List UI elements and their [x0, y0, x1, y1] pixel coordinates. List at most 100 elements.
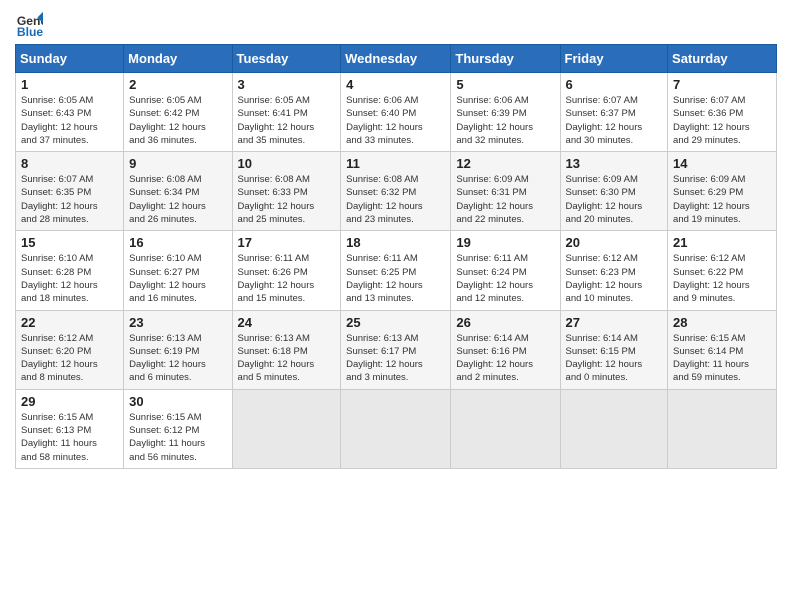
weekday-saturday: Saturday	[668, 45, 777, 73]
day-info: Sunrise: 6:11 AMSunset: 6:24 PMDaylight:…	[456, 252, 554, 305]
calendar-cell: 26Sunrise: 6:14 AMSunset: 6:16 PMDayligh…	[451, 310, 560, 389]
day-info: Sunrise: 6:07 AMSunset: 6:36 PMDaylight:…	[673, 94, 771, 147]
day-info: Sunrise: 6:15 AMSunset: 6:13 PMDaylight:…	[21, 411, 118, 464]
header: General Blue	[15, 10, 777, 38]
calendar-cell: 30 Sunrise: 6:15 AMSunset: 6:12 PMDayligh…	[124, 389, 232, 468]
day-info: Sunrise: 6:07 AMSunset: 6:35 PMDaylight:…	[21, 173, 118, 226]
day-info: Sunrise: 6:08 AMSunset: 6:32 PMDaylight:…	[346, 173, 445, 226]
calendar-cell: 4 Sunrise: 6:06 AMSunset: 6:40 PMDaylight…	[341, 73, 451, 152]
day-number: 28	[673, 315, 771, 330]
calendar-cell: 15 Sunrise: 6:10 AMSunset: 6:28 PMDayligh…	[16, 231, 124, 310]
calendar-cell: 27Sunrise: 6:14 AMSunset: 6:15 PMDayligh…	[560, 310, 668, 389]
day-info: Sunrise: 6:09 AMSunset: 6:31 PMDaylight:…	[456, 173, 554, 226]
calendar-cell: 29 Sunrise: 6:15 AMSunset: 6:13 PMDayligh…	[16, 389, 124, 468]
day-info: Sunrise: 6:14 AMSunset: 6:16 PMDaylight:…	[456, 332, 554, 385]
week-row-1: 1Sunrise: 6:05 AMSunset: 6:43 PMDaylight…	[16, 73, 777, 152]
calendar-cell: 7 Sunrise: 6:07 AMSunset: 6:36 PMDaylight…	[668, 73, 777, 152]
weekday-thursday: Thursday	[451, 45, 560, 73]
day-number: 21	[673, 235, 771, 250]
calendar-cell: 25Sunrise: 6:13 AMSunset: 6:17 PMDayligh…	[341, 310, 451, 389]
calendar-cell: 23 Sunrise: 6:13 AMSunset: 6:19 PMDayligh…	[124, 310, 232, 389]
weekday-sunday: Sunday	[16, 45, 124, 73]
day-number: 27	[566, 315, 663, 330]
day-number: 17	[238, 235, 336, 250]
day-info: Sunrise: 6:15 AMSunset: 6:14 PMDaylight:…	[673, 332, 771, 385]
day-info: Sunrise: 6:06 AMSunset: 6:40 PMDaylight:…	[346, 94, 445, 147]
day-number: 30	[129, 394, 226, 409]
day-number: 13	[566, 156, 663, 171]
calendar-cell	[341, 389, 451, 468]
calendar-cell: 5 Sunrise: 6:06 AMSunset: 6:39 PMDaylight…	[451, 73, 560, 152]
day-info: Sunrise: 6:12 AMSunset: 6:20 PMDaylight:…	[21, 332, 118, 385]
day-number: 18	[346, 235, 445, 250]
day-number: 23	[129, 315, 226, 330]
week-row-2: 8 Sunrise: 6:07 AMSunset: 6:35 PMDaylight…	[16, 152, 777, 231]
calendar-cell: 1Sunrise: 6:05 AMSunset: 6:43 PMDaylight…	[16, 73, 124, 152]
svg-text:Blue: Blue	[17, 25, 43, 38]
calendar-cell	[560, 389, 668, 468]
week-row-5: 29 Sunrise: 6:15 AMSunset: 6:13 PMDayligh…	[16, 389, 777, 468]
calendar-cell: 24 Sunrise: 6:13 AMSunset: 6:18 PMDayligh…	[232, 310, 341, 389]
day-number: 15	[21, 235, 118, 250]
day-number: 19	[456, 235, 554, 250]
weekday-header: SundayMondayTuesdayWednesdayThursdayFrid…	[16, 45, 777, 73]
day-info: Sunrise: 6:11 AMSunset: 6:26 PMDaylight:…	[238, 252, 336, 305]
calendar-cell: 22 Sunrise: 6:12 AMSunset: 6:20 PMDayligh…	[16, 310, 124, 389]
day-number: 7	[673, 77, 771, 92]
day-info: Sunrise: 6:07 AMSunset: 6:37 PMDaylight:…	[566, 94, 663, 147]
weekday-wednesday: Wednesday	[341, 45, 451, 73]
day-info: Sunrise: 6:10 AMSunset: 6:28 PMDaylight:…	[21, 252, 118, 305]
day-number: 1	[21, 77, 118, 92]
page: General Blue SundayMondayTuesdayWednesda…	[0, 0, 792, 612]
day-number: 11	[346, 156, 445, 171]
day-number: 6	[566, 77, 663, 92]
calendar-cell: 2 Sunrise: 6:05 AMSunset: 6:42 PMDaylight…	[124, 73, 232, 152]
day-info: Sunrise: 6:05 AMSunset: 6:41 PMDaylight:…	[238, 94, 336, 147]
day-number: 10	[238, 156, 336, 171]
week-row-4: 22 Sunrise: 6:12 AMSunset: 6:20 PMDayligh…	[16, 310, 777, 389]
calendar-cell	[451, 389, 560, 468]
day-number: 2	[129, 77, 226, 92]
day-info: Sunrise: 6:13 AMSunset: 6:18 PMDaylight:…	[238, 332, 336, 385]
day-number: 14	[673, 156, 771, 171]
calendar-cell: 10Sunrise: 6:08 AMSunset: 6:33 PMDayligh…	[232, 152, 341, 231]
day-info: Sunrise: 6:09 AMSunset: 6:30 PMDaylight:…	[566, 173, 663, 226]
day-number: 16	[129, 235, 226, 250]
calendar-cell: 12 Sunrise: 6:09 AMSunset: 6:31 PMDayligh…	[451, 152, 560, 231]
day-number: 5	[456, 77, 554, 92]
day-info: Sunrise: 6:09 AMSunset: 6:29 PMDaylight:…	[673, 173, 771, 226]
day-number: 9	[129, 156, 226, 171]
calendar-cell: 19 Sunrise: 6:11 AMSunset: 6:24 PMDayligh…	[451, 231, 560, 310]
day-number: 20	[566, 235, 663, 250]
calendar-cell: 21Sunrise: 6:12 AMSunset: 6:22 PMDayligh…	[668, 231, 777, 310]
day-info: Sunrise: 6:13 AMSunset: 6:17 PMDaylight:…	[346, 332, 445, 385]
calendar-cell	[232, 389, 341, 468]
calendar-cell: 18Sunrise: 6:11 AMSunset: 6:25 PMDayligh…	[341, 231, 451, 310]
day-number: 22	[21, 315, 118, 330]
day-number: 24	[238, 315, 336, 330]
weekday-friday: Friday	[560, 45, 668, 73]
day-info: Sunrise: 6:15 AMSunset: 6:12 PMDaylight:…	[129, 411, 226, 464]
calendar-cell: 9 Sunrise: 6:08 AMSunset: 6:34 PMDaylight…	[124, 152, 232, 231]
logo: General Blue	[15, 10, 43, 38]
calendar-cell: 17 Sunrise: 6:11 AMSunset: 6:26 PMDayligh…	[232, 231, 341, 310]
day-info: Sunrise: 6:08 AMSunset: 6:34 PMDaylight:…	[129, 173, 226, 226]
day-info: Sunrise: 6:10 AMSunset: 6:27 PMDaylight:…	[129, 252, 226, 305]
day-number: 3	[238, 77, 336, 92]
week-row-3: 15 Sunrise: 6:10 AMSunset: 6:28 PMDayligh…	[16, 231, 777, 310]
day-number: 29	[21, 394, 118, 409]
calendar-cell	[668, 389, 777, 468]
day-number: 4	[346, 77, 445, 92]
calendar-cell: 14 Sunrise: 6:09 AMSunset: 6:29 PMDayligh…	[668, 152, 777, 231]
day-info: Sunrise: 6:13 AMSunset: 6:19 PMDaylight:…	[129, 332, 226, 385]
day-info: Sunrise: 6:06 AMSunset: 6:39 PMDaylight:…	[456, 94, 554, 147]
calendar-cell: 28 Sunrise: 6:15 AMSunset: 6:14 PMDayligh…	[668, 310, 777, 389]
day-info: Sunrise: 6:05 AMSunset: 6:42 PMDaylight:…	[129, 94, 226, 147]
weekday-monday: Monday	[124, 45, 232, 73]
weekday-tuesday: Tuesday	[232, 45, 341, 73]
calendar-cell: 20Sunrise: 6:12 AMSunset: 6:23 PMDayligh…	[560, 231, 668, 310]
day-number: 8	[21, 156, 118, 171]
calendar-cell: 11 Sunrise: 6:08 AMSunset: 6:32 PMDayligh…	[341, 152, 451, 231]
calendar-cell: 13 Sunrise: 6:09 AMSunset: 6:30 PMDayligh…	[560, 152, 668, 231]
day-number: 12	[456, 156, 554, 171]
